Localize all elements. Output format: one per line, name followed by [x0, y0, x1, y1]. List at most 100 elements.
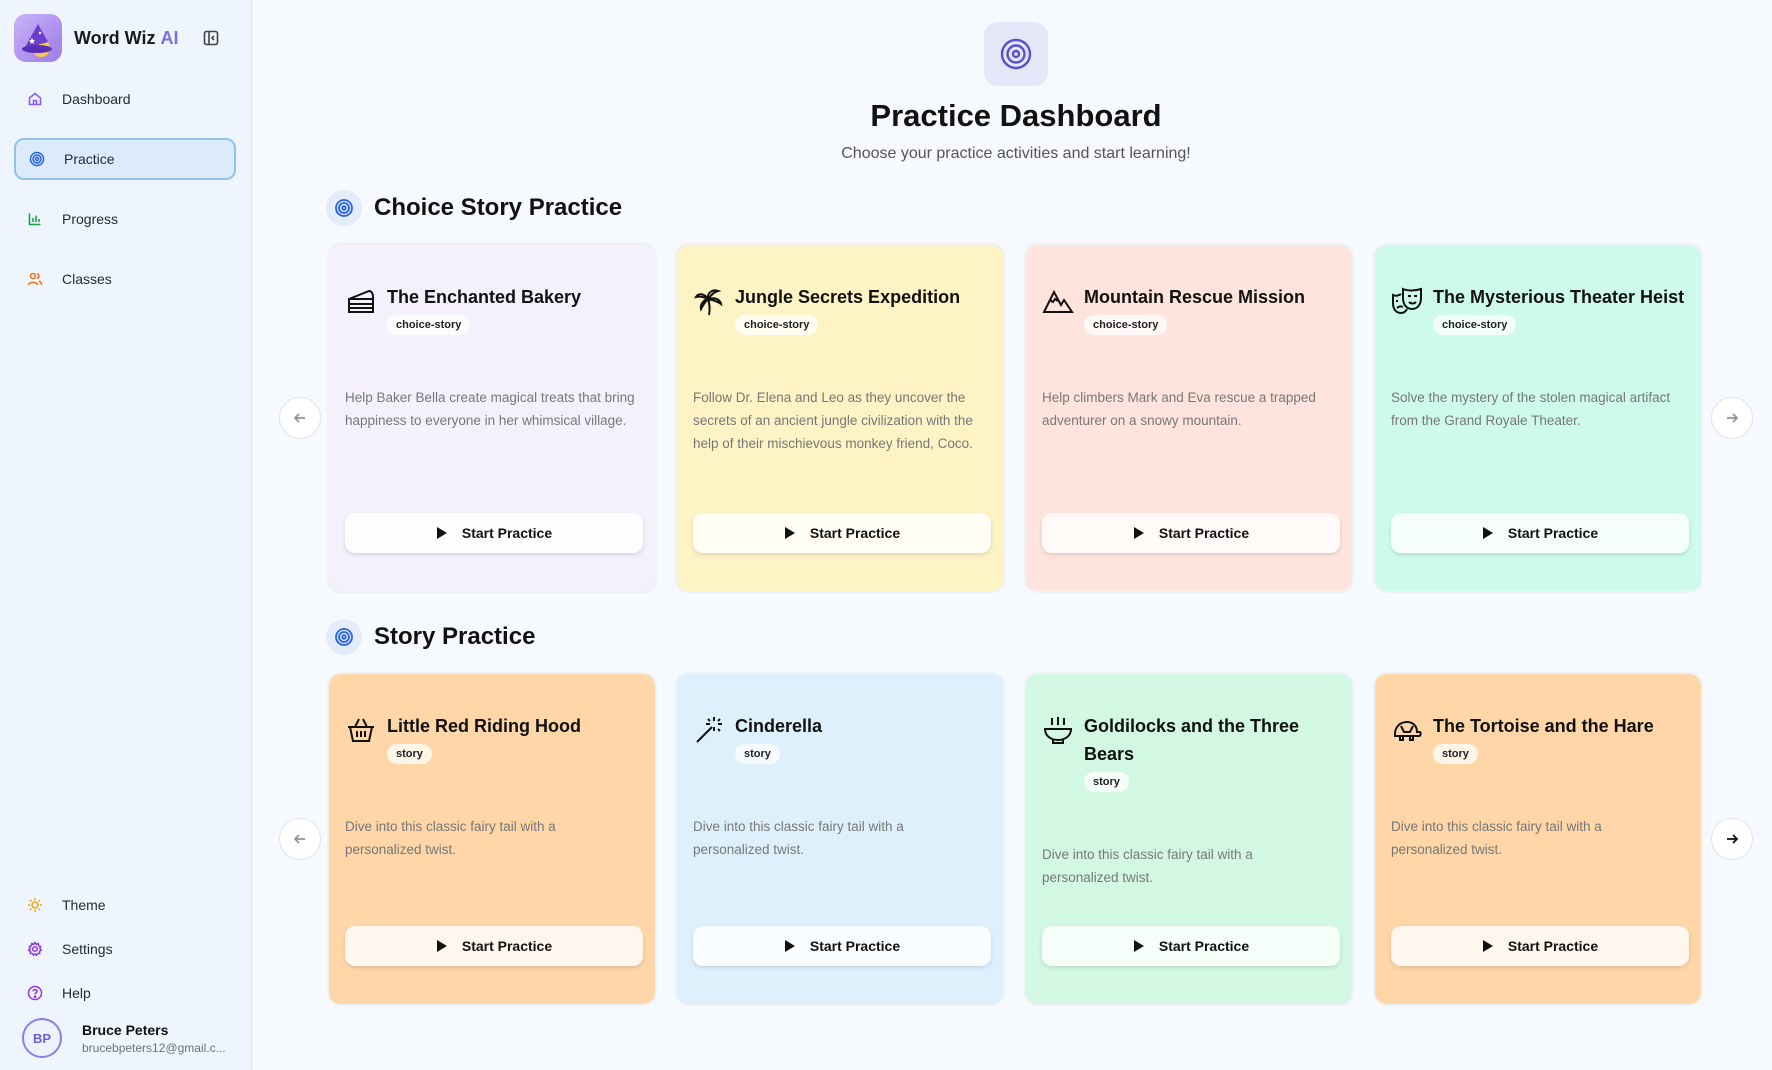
story-card[interactable]: The Tortoise and the Hare story Dive int…: [1373, 672, 1703, 1006]
section-header-story: Story Practice: [326, 619, 535, 655]
section-header-choice-story: Choice Story Practice: [326, 190, 622, 226]
card-tag: story: [735, 744, 780, 764]
button-label: Start Practice: [1507, 938, 1599, 954]
theater-masks-icon: [1392, 287, 1422, 315]
story-card[interactable]: Cinderella story Dive into this classic …: [675, 672, 1005, 1006]
carousel-prev-button[interactable]: [279, 818, 321, 860]
play-icon: [784, 527, 795, 539]
card-tag: choice-story: [1433, 315, 1517, 335]
card-title: Little Red Riding Hood: [387, 716, 581, 736]
card-title: Goldilocks and the Three Bears: [1084, 716, 1300, 764]
start-practice-button[interactable]: Start Practice: [345, 513, 643, 553]
button-label: Start Practice: [809, 938, 901, 954]
card-tag: story: [387, 744, 432, 764]
card-title: The Enchanted Bakery: [387, 287, 582, 307]
card-tag: choice-story: [387, 315, 471, 335]
carousel-next-button[interactable]: [1711, 397, 1753, 439]
brand-ai-text: AI: [160, 27, 179, 48]
card-description: Dive into this classic fairy tail with a…: [693, 819, 904, 857]
theme-label: Theme: [62, 897, 106, 913]
start-practice-button[interactable]: Start Practice: [1391, 926, 1689, 966]
play-icon: [784, 940, 795, 952]
card-title: Cinderella: [735, 716, 823, 736]
play-icon: [1133, 527, 1144, 539]
avatar: BP: [22, 1018, 62, 1058]
card-title: Mountain Rescue Mission: [1084, 287, 1306, 307]
card-tag: choice-story: [735, 315, 819, 335]
story-card[interactable]: The Enchanted Bakery choice-story Help B…: [327, 243, 657, 593]
header-target-icon: [984, 22, 1048, 86]
play-icon: [1133, 940, 1144, 952]
play-icon: [1482, 940, 1493, 952]
carousel-prev-button[interactable]: [279, 397, 321, 439]
turtle-icon: [1394, 720, 1422, 741]
play-icon: [436, 527, 447, 539]
button-label: Start Practice: [461, 525, 553, 541]
nav-item-classes[interactable]: Classes: [14, 258, 236, 300]
user-name: Bruce Peters: [82, 1021, 169, 1038]
section-title: Choice Story Practice: [374, 194, 623, 221]
button-label: Start Practice: [809, 525, 901, 541]
basket-icon: [348, 718, 374, 742]
card-description: Dive into this classic fairy tail with a…: [345, 819, 556, 857]
story-card[interactable]: Mountain Rescue Mission choice-story Hel…: [1024, 243, 1354, 593]
gear-icon: [26, 940, 44, 958]
arrow-right-icon: [1727, 834, 1739, 844]
arrow-left-icon: [293, 834, 305, 844]
button-label: Start Practice: [1507, 525, 1599, 541]
sidebar-collapse-icon[interactable]: [202, 29, 220, 47]
sun-icon: [26, 896, 44, 914]
start-practice-button[interactable]: Start Practice: [1391, 513, 1689, 553]
card-description: Dive into this classic fairy tail with a…: [1391, 819, 1602, 857]
nav-item-progress[interactable]: Progress: [14, 198, 236, 240]
start-practice-button[interactable]: Start Practice: [345, 926, 643, 966]
story-card[interactable]: Jungle Secrets Expedition choice-story F…: [675, 243, 1005, 593]
card-title: The Tortoise and the Hare: [1433, 716, 1654, 736]
nav-label: Classes: [62, 271, 112, 287]
help-label: Help: [62, 985, 91, 1001]
settings-button[interactable]: Settings: [14, 928, 236, 970]
card-tag: story: [1433, 744, 1478, 764]
help-button[interactable]: Help: [14, 972, 236, 1014]
user-profile[interactable]: BP Bruce Peters brucebpeters12@gmail.c..…: [22, 1018, 232, 1058]
users-icon: [26, 270, 44, 288]
arrow-left-icon: [293, 413, 305, 423]
settings-label: Settings: [62, 941, 113, 957]
theme-button[interactable]: Theme: [14, 884, 236, 926]
story-card[interactable]: The Mysterious Theater Heist choice-stor…: [1373, 243, 1703, 593]
brand-text: Word Wiz: [74, 27, 156, 48]
card-description: Solve the mystery of the stolen magical …: [1391, 390, 1671, 428]
card-title: Jungle Secrets Expedition: [735, 287, 961, 307]
start-practice-button[interactable]: Start Practice: [1042, 513, 1340, 553]
cake-icon: [348, 289, 374, 313]
magic-wand-icon: [696, 717, 722, 743]
page-title: Practice Dashboard: [870, 98, 1162, 133]
user-email: brucebpeters12@gmail.c...: [82, 1040, 226, 1055]
mountain-icon: [1042, 289, 1074, 313]
play-icon: [436, 940, 447, 952]
button-label: Start Practice: [1158, 938, 1250, 954]
story-card[interactable]: Goldilocks and the Three Bears story Div…: [1024, 672, 1354, 1006]
story-card[interactable]: Little Red Riding Hood story Dive into t…: [327, 672, 657, 1006]
target-icon: [326, 190, 362, 226]
card-tag: story: [1084, 772, 1129, 792]
section-title: Story Practice: [374, 623, 536, 650]
card-description: Help Baker Bella create magical treats t…: [345, 390, 635, 428]
page-subtitle: Choose your practice activities and star…: [841, 145, 1191, 162]
brand[interactable]: Word Wiz AI: [14, 14, 179, 62]
bar-chart-icon: [26, 210, 44, 228]
start-practice-button[interactable]: Start Practice: [1042, 926, 1340, 966]
help-icon: [26, 984, 44, 1002]
start-practice-button[interactable]: Start Practice: [693, 513, 991, 553]
bowl-icon: [1043, 717, 1073, 744]
play-icon: [1482, 527, 1493, 539]
nav-label: Progress: [62, 211, 119, 227]
wizard-hat-logo-icon: [14, 14, 62, 62]
button-label: Start Practice: [461, 938, 553, 954]
card-description: Dive into this classic fairy tail with a…: [1042, 847, 1253, 885]
card-title: The Mysterious Theater Heist: [1433, 287, 1685, 307]
carousel-next-button[interactable]: [1711, 818, 1753, 860]
brand-name: Word Wiz AI: [74, 28, 179, 49]
target-icon: [326, 619, 362, 655]
start-practice-button[interactable]: Start Practice: [693, 926, 991, 966]
